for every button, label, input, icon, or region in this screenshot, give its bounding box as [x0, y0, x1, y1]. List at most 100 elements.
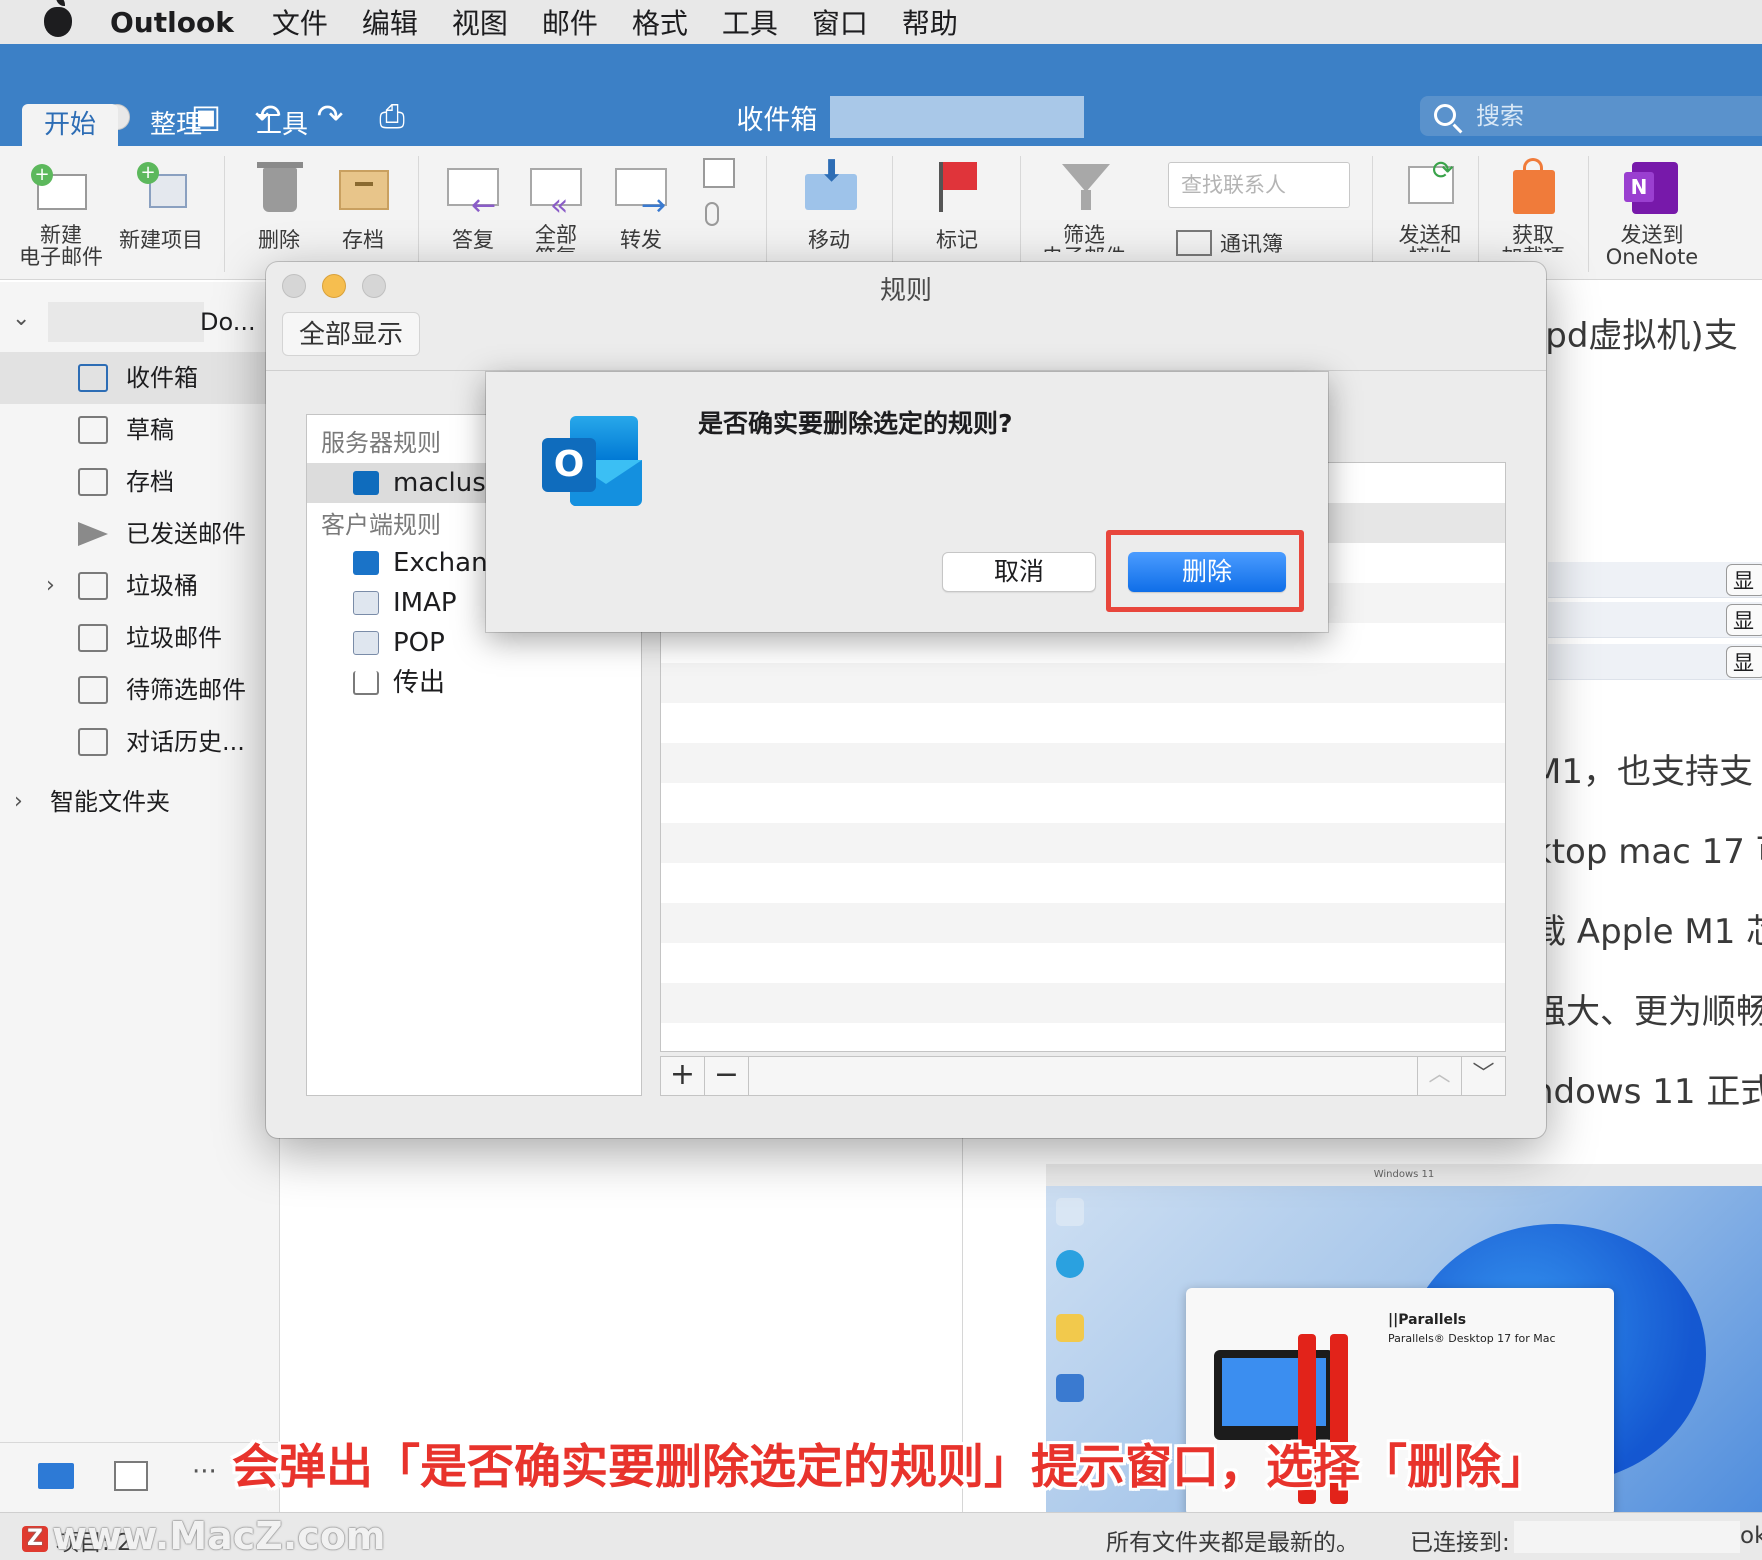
chevron-right-icon[interactable]: ›	[14, 776, 23, 828]
sidebar-item-conversation-history[interactable]: 对话历史...	[0, 716, 280, 768]
tab-tools[interactable]: 工具	[234, 104, 330, 146]
flag-button[interactable]: 标记	[912, 154, 1002, 254]
body-line: ndows 11 正式	[1532, 1072, 1762, 1112]
rules-window-title: 规则	[879, 276, 932, 306]
menu-help[interactable]: 帮助	[902, 2, 958, 42]
archive-button[interactable]: 存档	[330, 154, 396, 254]
archive-box-icon	[331, 154, 395, 218]
sidebar-item-smart-folders[interactable]: › 智能文件夹	[0, 776, 280, 828]
move-folder-icon: ⬇	[797, 154, 861, 218]
send-to-onenote-button[interactable]: N 发送到 OneNote	[1604, 154, 1700, 268]
meeting-button[interactable]	[694, 154, 744, 236]
list-row	[661, 823, 1505, 863]
reply-all-icon: «	[524, 154, 588, 223]
sidebar-item-inbox[interactable]: 收件箱	[0, 352, 280, 404]
watermark: Zwww.MacZ.com	[22, 1514, 386, 1558]
junk-icon	[78, 624, 108, 652]
drafts-icon	[78, 416, 108, 444]
exchange-icon	[353, 551, 379, 575]
trash-icon	[247, 154, 311, 218]
chevron-right-icon[interactable]: ›	[46, 560, 55, 612]
redacted-account	[830, 96, 1084, 138]
sidebar-item-sent[interactable]: 已发送邮件	[0, 508, 280, 560]
menu-window[interactable]: 窗口	[812, 2, 868, 42]
menu-message[interactable]: 邮件	[542, 2, 598, 42]
move-down-button[interactable]: ﹀	[1461, 1057, 1505, 1095]
filter-email-button[interactable]: 筛选 电子邮件	[1036, 154, 1132, 252]
imap-icon	[353, 591, 379, 615]
send-receive-icon: ⟳	[1398, 154, 1462, 218]
rule-item-outgoing[interactable]: 传出	[307, 663, 641, 703]
remove-rule-button[interactable]: −	[705, 1057, 749, 1095]
sidebar-item-drafts[interactable]: 草稿	[0, 404, 280, 456]
forward-button[interactable]: → 转发	[608, 154, 674, 254]
calendar-icon[interactable]	[114, 1461, 148, 1491]
delete-rule-alert: O 是否确实要删除选定的规则? 取消 删除	[486, 372, 1328, 632]
menu-format[interactable]: 格式	[632, 2, 688, 42]
show-button[interactable]: 显	[1726, 604, 1762, 636]
calendar-reply-icon	[697, 154, 741, 194]
send-receive-button[interactable]: ⟳ 发送和 接收	[1384, 154, 1476, 252]
recycle-bin-icon	[1056, 1198, 1084, 1226]
redacted-server	[1514, 1521, 1740, 1553]
search-input[interactable]: 搜索	[1420, 96, 1762, 136]
address-book-button[interactable]: 通讯簿	[1176, 228, 1283, 258]
sidebar-item-junk[interactable]: 垃圾邮件	[0, 612, 280, 664]
sidebar-item-archive[interactable]: 存档	[0, 456, 280, 508]
mail-icon[interactable]	[38, 1463, 74, 1489]
folder-icon	[78, 728, 108, 756]
list-row	[661, 983, 1505, 1023]
chevron-down-icon[interactable]: ⌄	[12, 306, 30, 331]
new-item-button[interactable]: + 新建项目	[112, 154, 210, 254]
tutorial-caption: 会弹出「是否确实要删除选定的规则」提示窗口，选择「删除」	[232, 1440, 1548, 1495]
outlook-icon	[353, 471, 379, 495]
outlook-logo-icon: O	[542, 412, 642, 512]
trash-icon	[78, 572, 108, 600]
menubar: Outlook 文件 编辑 视图 邮件 格式 工具 窗口 帮助	[0, 0, 1762, 44]
tab-organize[interactable]: 整理	[128, 104, 224, 146]
edge-icon	[1056, 1250, 1084, 1278]
reply-button[interactable]: ← 答复	[438, 154, 508, 254]
sidebar-item-trash[interactable]: › 垃圾桶	[0, 560, 280, 612]
add-rule-button[interactable]: +	[661, 1057, 705, 1095]
show-button[interactable]: 显	[1726, 564, 1762, 596]
redacted-account-name	[48, 302, 204, 342]
filter-icon	[1052, 154, 1116, 218]
reply-icon: ←	[441, 154, 505, 223]
ribbon-divider	[766, 156, 767, 272]
apple-icon[interactable]	[44, 0, 72, 37]
flag-icon	[925, 154, 989, 218]
body-line: M1，也支持支	[1532, 752, 1753, 792]
pop-icon	[353, 631, 379, 655]
menu-view[interactable]: 视图	[452, 2, 508, 42]
toolbar-divider	[266, 370, 1546, 371]
delete-button[interactable]: 删除	[1128, 552, 1286, 592]
get-addins-button[interactable]: 获取 加载项	[1490, 154, 1576, 252]
account-header[interactable]: ⌄ Do...	[0, 302, 280, 342]
tab-home[interactable]: 开始	[22, 104, 119, 146]
more-icon[interactable]: ···	[192, 1457, 217, 1487]
show-all-button[interactable]: 全部显示	[282, 312, 421, 356]
folder-icon	[1056, 1314, 1084, 1342]
move-button[interactable]: ⬇ 移动	[784, 154, 874, 254]
reply-all-button[interactable]: « 全部 答复	[524, 154, 588, 252]
find-contact-input[interactable]: 查找联系人	[1168, 162, 1350, 208]
cancel-button[interactable]: 取消	[942, 552, 1096, 592]
menu-file[interactable]: 文件	[272, 2, 328, 42]
delete-button[interactable]: 删除	[246, 154, 312, 254]
sidebar-item-clutter[interactable]: 待筛选邮件	[0, 664, 280, 716]
ribbon-divider	[1588, 156, 1589, 272]
search-icon	[1434, 104, 1456, 126]
new-email-button[interactable]: + 新建 电子邮件	[14, 154, 108, 268]
list-row	[661, 663, 1505, 703]
macz-logo-icon: Z	[22, 1526, 48, 1552]
onenote-icon: N	[1620, 154, 1684, 218]
print-icon[interactable]: ⎙	[372, 96, 412, 136]
inbox-icon	[78, 364, 108, 392]
menu-tools[interactable]: 工具	[722, 2, 778, 42]
show-button[interactable]: 显	[1726, 646, 1762, 678]
move-up-button[interactable]: ︿	[1417, 1057, 1461, 1095]
client-rules-header: 客户端规则	[321, 511, 441, 539]
menu-edit[interactable]: 编辑	[362, 2, 418, 42]
app-name[interactable]: Outlook	[110, 6, 234, 39]
